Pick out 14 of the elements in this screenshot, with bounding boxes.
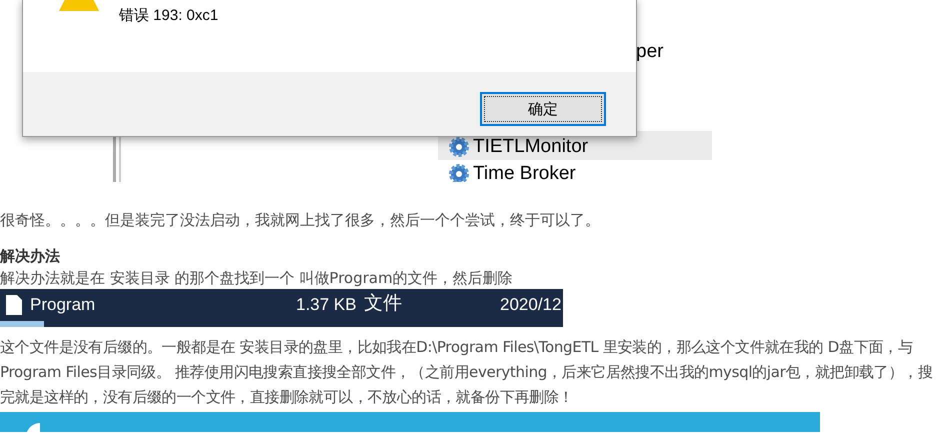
section-heading: 解决办法 xyxy=(0,246,61,267)
error-message: 错误 193: 0xc1 xyxy=(119,6,218,26)
ok-button[interactable]: 确定 xyxy=(480,92,606,126)
service-name: per xyxy=(636,42,664,61)
service-name: TIETLMonitor xyxy=(473,136,588,158)
file-date: 2020/12 xyxy=(500,294,562,316)
file-type: 文件 xyxy=(364,292,402,316)
file-size: 1.37 KB xyxy=(296,294,356,316)
explanation-paragraph: 这个文件是没有后缀的。一般都是在 安装目录的盘里，比如我在D:\Program Files\TongETL 里安装的，那么这个文件就在我的 D盘下面，与Program Files目录同级。 推荐使用闪电搜索直接搜全部文件，（之前用everything，后来它居然搜不出我的mysql的jar包，就把卸载了），搜完就是这样的，没有后缀的一个文件，直接删除就可以，不放心的话，就备份下再删除！ xyxy=(0,337,934,408)
service-name: Time Broker xyxy=(473,163,576,182)
warning-icon xyxy=(59,0,99,11)
file-name: Program xyxy=(30,294,96,316)
intro-paragraph: 很奇怪。。。。但是装完了没法启动，我就网上找了很多，然后一个个尝试，终于可以了。 xyxy=(0,210,601,231)
solution-paragraph: 解决办法就是在 安装目录 的那个盘找到一个 叫做Program的文件，然后删除 xyxy=(0,268,514,289)
